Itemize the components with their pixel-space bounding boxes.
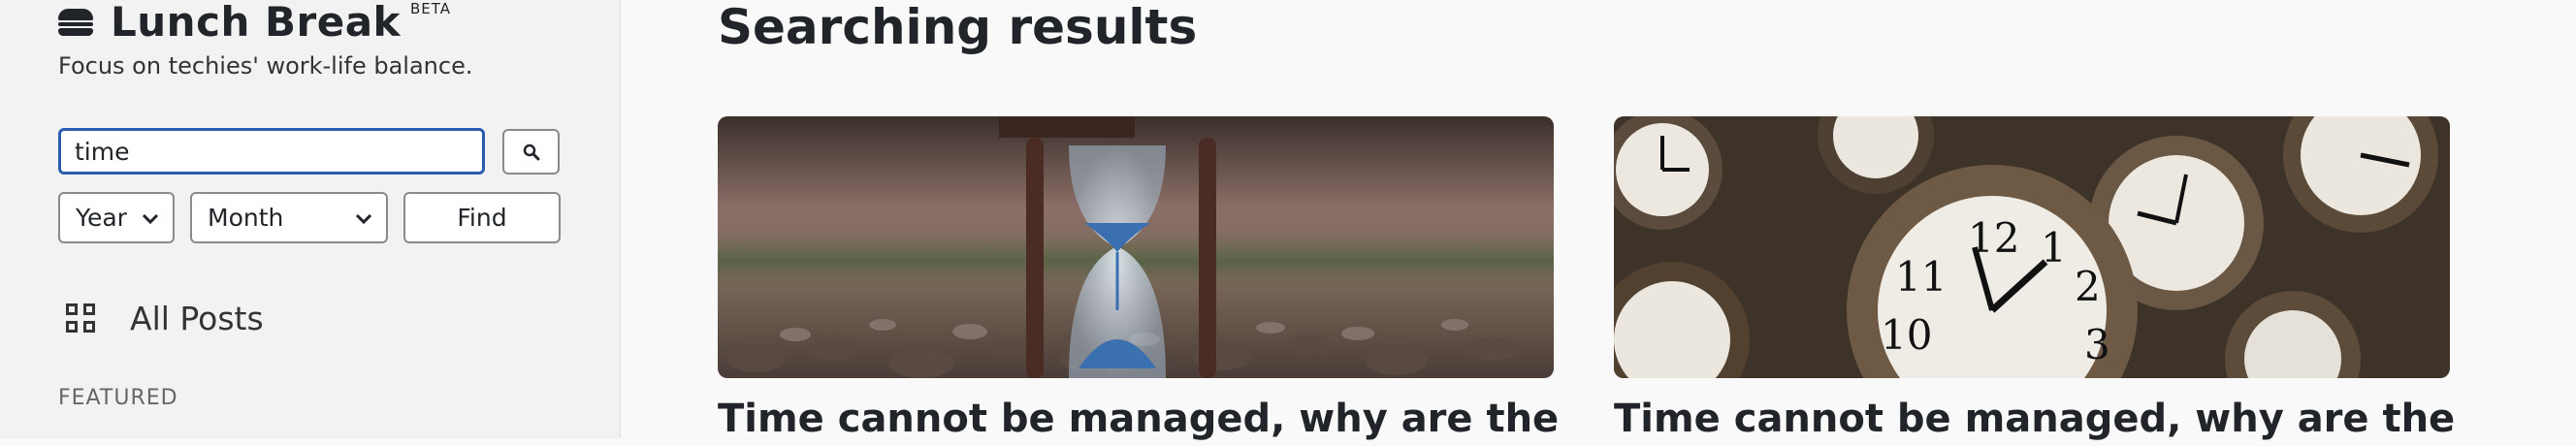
chevron-down-icon — [355, 213, 372, 225]
page-title: Searching results — [718, 0, 1198, 55]
burger-icon — [58, 7, 93, 36]
post-thumbnail-hourglass[interactable] — [718, 116, 1554, 378]
post-thumbnail-clocks[interactable]: 12 1 2 3 11 10 — [1614, 116, 2450, 378]
year-select-value: Year — [76, 204, 127, 232]
find-button[interactable]: Find — [403, 192, 561, 243]
search-icon — [523, 143, 539, 160]
sidebar-item-all-posts[interactable]: All Posts — [66, 291, 264, 345]
svg-text:11: 11 — [1895, 253, 1947, 301]
svg-text:2: 2 — [2075, 263, 2101, 310]
month-select-value: Month — [208, 204, 284, 232]
post-card[interactable]: Time cannot be managed, why are the — [718, 116, 1559, 441]
tagline: Focus on techies' work-life balance. — [58, 52, 473, 80]
featured-heading: FEATURED — [58, 386, 178, 410]
sidebar-item-label: All Posts — [130, 299, 264, 337]
search-button[interactable] — [502, 129, 560, 175]
beta-badge: BETA — [409, 0, 451, 17]
year-select[interactable]: Year — [58, 192, 175, 243]
grid-icon — [66, 303, 95, 333]
svg-text:10: 10 — [1881, 311, 1932, 359]
svg-text:3: 3 — [2084, 321, 2110, 368]
search-input[interactable] — [58, 128, 485, 175]
brand[interactable]: Lunch Break BETA — [58, 0, 451, 46]
brand-title[interactable]: Lunch Break — [111, 0, 401, 46]
chevron-down-icon — [142, 213, 159, 225]
post-card[interactable]: 12 1 2 3 11 10 Time cannot be managed, w… — [1614, 116, 2455, 441]
sidebar: Lunch Break BETA Focus on techies' work-… — [0, 0, 621, 438]
month-select[interactable]: Month — [190, 192, 388, 243]
